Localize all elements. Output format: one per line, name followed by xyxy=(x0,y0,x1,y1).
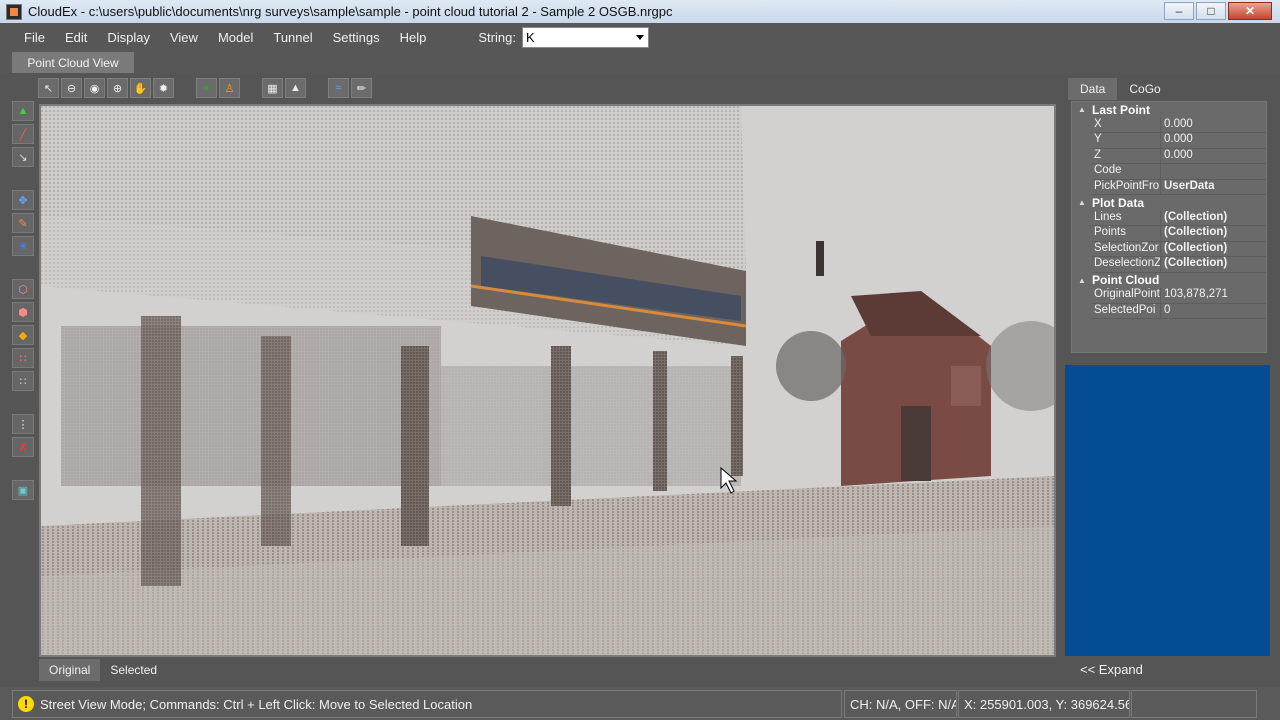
camera-station-icon[interactable]: ▣ xyxy=(12,480,34,500)
clear-selection-icon[interactable]: ✗ xyxy=(12,437,34,457)
property-row[interactable]: X 0.000 xyxy=(1072,117,1266,133)
property-row[interactable]: SelectionZor (Collection) xyxy=(1072,241,1266,257)
status-bar: ! Street View Mode; Commands: Ctrl + Lef… xyxy=(0,689,1280,720)
menu-view[interactable]: View xyxy=(160,30,208,45)
warning-icon: ! xyxy=(18,696,34,712)
brush-icon[interactable]: ✎ xyxy=(12,213,34,233)
property-row[interactable]: Y 0.000 xyxy=(1072,133,1266,149)
move-icon[interactable]: ✥ xyxy=(12,190,34,210)
property-row[interactable]: PickPointFro UserData xyxy=(1072,179,1266,195)
preview-panel xyxy=(1065,365,1270,656)
document-tab-strip: Point Cloud View xyxy=(0,51,1280,73)
tab-point-cloud-view[interactable]: Point Cloud View xyxy=(12,52,134,73)
turtle-icon[interactable]: ● xyxy=(196,78,217,98)
right-panel-tabs: Data CoGo xyxy=(1068,78,1268,100)
tab-selected[interactable]: Selected xyxy=(100,659,167,681)
window-title: CloudEx - c:\users\public\documents\nrg … xyxy=(28,4,673,19)
string-select-value: K xyxy=(525,29,535,45)
select-arrow-icon[interactable]: ↖ xyxy=(38,78,59,98)
zoom-window-icon[interactable]: ◉ xyxy=(84,78,105,98)
status-coordinates: X: 255901.003, Y: 369624.562 xyxy=(958,690,1130,718)
menu-display[interactable]: Display xyxy=(97,30,160,45)
car-icon[interactable]: ▲ xyxy=(285,78,306,98)
left-toolbar: ▲ ╱ ↘ ✥ ✎ ✳ ⬡ ⬢ ◆ ∷ ∷ ⋮ ✗ ▣ xyxy=(12,101,34,503)
status-message-cell: ! Street View Mode; Commands: Ctrl + Lef… xyxy=(12,690,842,718)
view-toolbar: ↖ ⊖ ◉ ⊕ ✋ ✹ ● ♙ ▦ ▲ ≈ ✏ xyxy=(38,77,374,99)
tab-data[interactable]: Data xyxy=(1068,78,1118,100)
category-point-cloud[interactable]: ▲ Point Cloud xyxy=(1072,273,1266,289)
string-select[interactable]: K xyxy=(521,26,649,48)
grid-points-icon[interactable]: ∷ xyxy=(12,371,34,391)
property-row[interactable]: Z 0.000 xyxy=(1072,148,1266,164)
draw-line-icon[interactable]: ╱ xyxy=(12,124,34,144)
property-grid: ▲ Last Point X 0.000 Y 0.000 Z 0.000 Code Pi… xyxy=(1071,101,1267,353)
status-ch-off: CH: N/A, OFF: N/A xyxy=(844,690,957,718)
arrow-down-icon[interactable]: ↘ xyxy=(12,147,34,167)
string-label: String: xyxy=(478,29,516,45)
title-bar: CloudEx - c:\users\public\documents\nrg … xyxy=(0,0,1280,23)
zoom-in-icon[interactable]: ⊕ xyxy=(107,78,128,98)
collapse-icon[interactable]: ▲ xyxy=(1072,105,1092,114)
points-icon[interactable]: ∷ xyxy=(12,348,34,368)
menu-model[interactable]: Model xyxy=(208,30,263,45)
tab-original[interactable]: Original xyxy=(39,659,101,681)
pan-hand-icon[interactable]: ✋ xyxy=(130,78,151,98)
window-controls: – □ ✕ xyxy=(1164,2,1272,20)
property-row[interactable]: SelectedPoi 0 xyxy=(1072,303,1266,319)
axis-icon[interactable]: ✳ xyxy=(12,236,34,256)
menu-tunnel[interactable]: Tunnel xyxy=(263,30,322,45)
menu-bar: File Edit Display View Model Tunnel Sett… xyxy=(0,23,1280,51)
tab-cogo[interactable]: CoGo xyxy=(1117,78,1172,100)
dotted-grid-icon[interactable]: ⋮ xyxy=(12,414,34,434)
app-icon xyxy=(6,3,22,20)
point-cloud-render xyxy=(41,106,1054,655)
property-row[interactable]: OriginalPoint 103,878,271 xyxy=(1072,288,1266,304)
minimize-button[interactable]: – xyxy=(1164,2,1194,20)
category-last-point[interactable]: ▲ Last Point xyxy=(1072,102,1266,118)
menu-file[interactable]: File xyxy=(0,30,55,45)
hatch-icon[interactable]: ▦ xyxy=(262,78,283,98)
category-plot-data[interactable]: ▲ Plot Data xyxy=(1072,195,1266,211)
point-cloud-viewport[interactable] xyxy=(39,104,1056,657)
property-row[interactable]: Points (Collection) xyxy=(1072,226,1266,242)
pick-point-icon[interactable]: ▲ xyxy=(12,101,34,121)
status-empty-cell xyxy=(1131,690,1257,718)
maximize-button[interactable]: □ xyxy=(1196,2,1226,20)
polygon-select-icon[interactable]: ⬡ xyxy=(12,279,34,299)
profile-icon[interactable]: ≈ xyxy=(328,78,349,98)
close-button[interactable]: ✕ xyxy=(1228,2,1272,20)
measure-icon[interactable]: ✏ xyxy=(351,78,372,98)
polygon-deselect-icon[interactable]: ⬢ xyxy=(12,302,34,322)
property-row[interactable]: Lines (Collection) xyxy=(1072,210,1266,226)
zoom-out-icon[interactable]: ⊖ xyxy=(61,78,82,98)
viewport-tabs: Original Selected xyxy=(39,659,167,681)
menu-edit[interactable]: Edit xyxy=(55,30,97,45)
property-row[interactable]: Code xyxy=(1072,164,1266,180)
chevron-down-icon xyxy=(635,34,644,40)
property-row[interactable]: DeselectionZ (Collection) xyxy=(1072,257,1266,273)
collapse-icon[interactable]: ▲ xyxy=(1072,276,1092,285)
collapse-icon[interactable]: ▲ xyxy=(1072,198,1092,207)
menu-help[interactable]: Help xyxy=(390,30,437,45)
fill-icon[interactable]: ◆ xyxy=(12,325,34,345)
walk-icon[interactable]: ♙ xyxy=(219,78,240,98)
orbit-icon[interactable]: ✹ xyxy=(153,78,174,98)
menu-settings[interactable]: Settings xyxy=(323,30,390,45)
status-message: Street View Mode; Commands: Ctrl + Left … xyxy=(40,696,473,712)
expand-button[interactable]: << Expand xyxy=(1080,662,1143,677)
